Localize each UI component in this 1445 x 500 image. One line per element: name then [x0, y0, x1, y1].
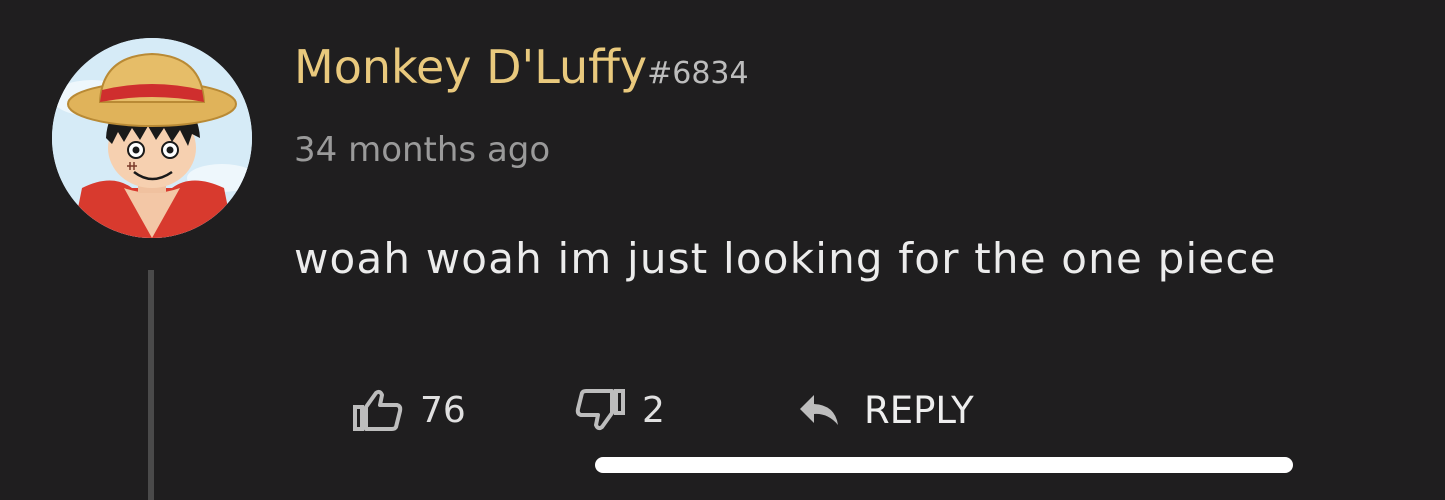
comment-text: woah woah im just looking for the one pi…	[294, 234, 1277, 283]
dislike-count: 2	[642, 389, 665, 431]
avatar[interactable]	[52, 38, 252, 238]
username[interactable]: Monkey D'Luffy	[294, 40, 647, 94]
comment-author: Monkey D'Luffy#6834	[294, 40, 749, 94]
reply-button[interactable]: REPLY	[798, 380, 974, 440]
home-indicator[interactable]	[595, 457, 1293, 473]
reply-label: REPLY	[864, 388, 974, 432]
like-count: 76	[420, 389, 466, 431]
reply-arrow-icon	[800, 395, 838, 425]
like-button[interactable]: 76	[352, 380, 466, 440]
thumbs-up-icon	[353, 389, 403, 431]
comment-timestamp: 34 months ago	[294, 130, 551, 170]
dislike-button[interactable]: 2	[574, 380, 665, 440]
thumbs-down-icon	[575, 389, 625, 431]
comment-actions: 76 2 REPLY	[0, 380, 1445, 440]
straw-hat-avatar-icon	[52, 38, 252, 238]
user-discriminator: #6834	[647, 56, 749, 91]
